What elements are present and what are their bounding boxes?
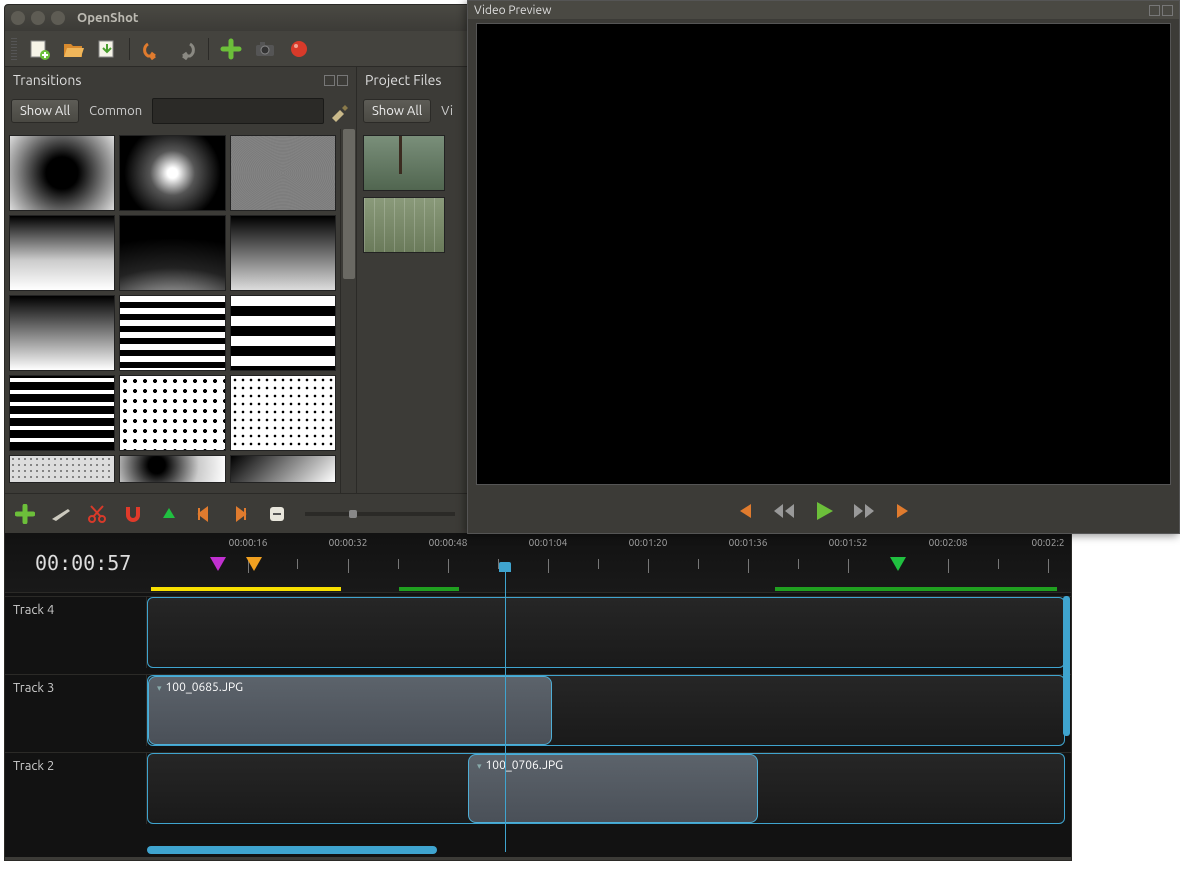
razor-tool-icon[interactable] — [49, 502, 73, 526]
snapshot-icon[interactable] — [253, 37, 277, 61]
preview-screen — [476, 23, 1171, 485]
preview-controls — [468, 489, 1179, 533]
transitions-common-button[interactable]: Common — [83, 100, 148, 122]
goto-end-icon[interactable] — [892, 499, 916, 523]
transitions-thumbnails — [5, 129, 340, 493]
transitions-panel: Transitions Show All Common — [5, 67, 357, 493]
play-icon[interactable] — [812, 499, 836, 523]
record-icon[interactable] — [287, 37, 311, 61]
transition-item[interactable] — [119, 135, 225, 211]
track-body[interactable]: ▾100_0685.JPG — [147, 675, 1065, 746]
file-item[interactable] — [363, 135, 445, 191]
marker-green[interactable] — [890, 557, 906, 571]
maximize-window-button[interactable] — [51, 11, 65, 25]
marker-next-icon[interactable] — [229, 502, 253, 526]
rewind-icon[interactable] — [772, 499, 796, 523]
marker-orange[interactable] — [246, 557, 262, 571]
transition-item[interactable] — [9, 455, 115, 483]
zoom-fit-icon[interactable] — [265, 502, 289, 526]
timeline-clip[interactable]: ▾100_0685.JPG — [148, 676, 552, 745]
track-header[interactable]: Track 4 — [5, 597, 147, 668]
new-project-icon[interactable] — [27, 37, 51, 61]
clear-filter-icon[interactable] — [328, 100, 350, 122]
project-files-panel: Project Files Show All Vi — [357, 67, 471, 493]
region-green-2[interactable] — [775, 587, 1057, 591]
minimize-window-button[interactable] — [31, 11, 45, 25]
open-project-icon[interactable] — [61, 37, 85, 61]
timeline-clip[interactable]: ▾100_0706.JPG — [468, 754, 758, 823]
transition-item[interactable] — [230, 295, 336, 371]
undo-icon[interactable] — [140, 37, 164, 61]
file-item[interactable] — [363, 197, 445, 253]
transitions-search-input[interactable] — [152, 98, 324, 124]
transitions-title: Transitions — [13, 72, 81, 88]
save-project-icon[interactable] — [95, 37, 119, 61]
track-header[interactable]: Track 2 — [5, 753, 147, 824]
video-preview-window: Video Preview — [467, 0, 1180, 534]
track-body[interactable]: ▾100_0706.JPG — [147, 753, 1065, 824]
timeline-horizontal-scrollbar[interactable] — [147, 845, 1061, 855]
transition-item[interactable] — [230, 375, 336, 451]
transitions-scrollbar[interactable] — [340, 129, 356, 493]
video-preview-title: Video Preview — [474, 4, 551, 17]
transition-item[interactable] — [230, 215, 336, 291]
project-files-list — [357, 129, 470, 493]
transition-item[interactable] — [9, 295, 115, 371]
transition-item[interactable] — [9, 215, 115, 291]
goto-start-icon[interactable] — [732, 499, 756, 523]
transitions-show-all-button[interactable]: Show All — [11, 99, 79, 123]
marker-add-icon[interactable] — [157, 502, 181, 526]
project-files-show-all-button[interactable]: Show All — [363, 99, 431, 123]
track-row: Track 2 ▾100_0706.JPG — [5, 752, 1071, 824]
playhead-timecode: 00:00:57 — [35, 551, 131, 575]
add-file-icon[interactable] — [219, 37, 243, 61]
transition-item[interactable] — [230, 135, 336, 211]
redo-icon[interactable] — [174, 37, 198, 61]
marker-purple[interactable] — [210, 557, 226, 571]
track-header[interactable]: Track 3 — [5, 675, 147, 746]
transition-item[interactable] — [9, 135, 115, 211]
timeline-ruler[interactable]: 00:00:57 00:00:16 00:00:32 00:00:48 00:0… — [5, 533, 1071, 593]
fast-forward-icon[interactable] — [852, 499, 876, 523]
timeline-vertical-scrollbar[interactable] — [1062, 596, 1071, 766]
playhead[interactable] — [505, 562, 506, 852]
track-row: Track 3 ▾100_0685.JPG — [5, 674, 1071, 746]
panel-close-icon[interactable] — [337, 75, 348, 86]
zoom-slider[interactable] — [305, 512, 455, 516]
snap-icon[interactable] — [121, 502, 145, 526]
marker-prev-icon[interactable] — [193, 502, 217, 526]
transition-item[interactable] — [119, 375, 225, 451]
preview-close-icon[interactable] — [1162, 5, 1173, 16]
transition-item[interactable] — [9, 375, 115, 451]
track-row: Track 4 — [5, 596, 1071, 668]
transition-item[interactable] — [119, 455, 225, 483]
timeline: 00:00:57 00:00:16 00:00:32 00:00:48 00:0… — [5, 533, 1071, 857]
toolbar-grip[interactable] — [11, 38, 17, 60]
transition-item[interactable] — [119, 215, 225, 291]
project-files-video-tab[interactable]: Vi — [435, 100, 459, 122]
transition-item[interactable] — [230, 455, 336, 483]
panel-undock-icon[interactable] — [324, 75, 335, 86]
window-title: OpenShot — [77, 11, 139, 25]
track-body[interactable] — [147, 597, 1065, 668]
region-green-1[interactable] — [399, 587, 459, 591]
transition-item[interactable] — [119, 295, 225, 371]
add-track-icon[interactable] — [13, 502, 37, 526]
preview-undock-icon[interactable] — [1149, 5, 1160, 16]
region-yellow[interactable] — [151, 587, 341, 591]
cut-icon[interactable] — [85, 502, 109, 526]
close-window-button[interactable] — [11, 11, 25, 25]
project-files-title: Project Files — [365, 72, 441, 88]
